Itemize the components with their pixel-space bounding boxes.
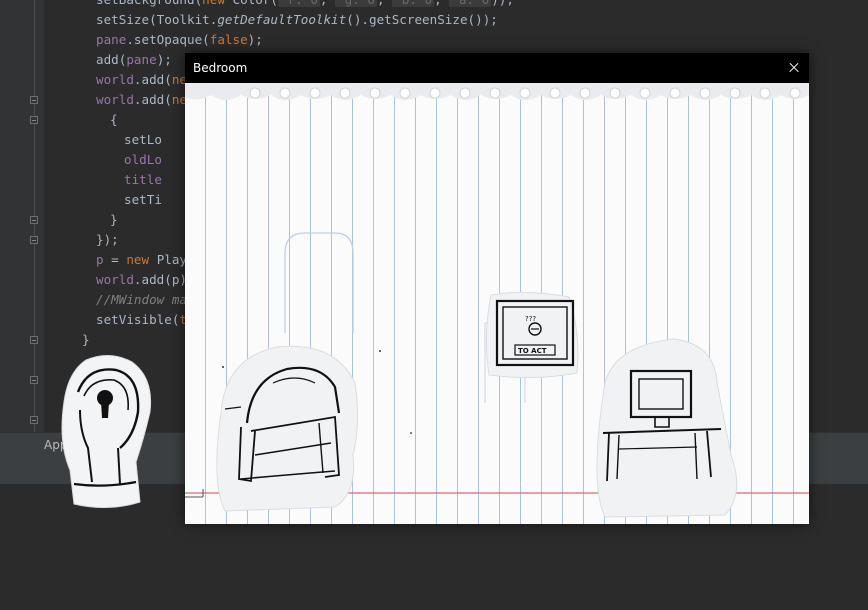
code-token: setLo [124, 132, 162, 147]
code-line: } [110, 210, 118, 230]
armchair-sprite [216, 345, 359, 512]
code-token: setTi [124, 192, 162, 207]
code-token: ().getScreenSize()); [346, 12, 498, 27]
fold-marker[interactable] [30, 116, 38, 124]
code-token: .add( [133, 72, 172, 87]
code-line: //MWindow mai [96, 290, 195, 310]
code-token: new [202, 0, 232, 7]
fold-marker[interactable] [30, 376, 38, 384]
code-token: b: 0 [392, 0, 435, 7]
window-titlebar[interactable]: Bedroom [185, 53, 809, 83]
code-token: add( [96, 52, 127, 67]
code-token: new [126, 252, 157, 267]
code-token: ); [156, 52, 172, 67]
code-line: world.add(new [96, 70, 195, 90]
tv-question-text: ??? [525, 315, 536, 323]
keyhole-sprite [61, 355, 152, 509]
fold-marker[interactable] [30, 336, 38, 344]
code-token: ); [247, 32, 263, 47]
code-token: setBackground( [96, 0, 202, 7]
code-line: } [82, 330, 90, 350]
code-token: getDefaultToolkit [217, 12, 347, 27]
window-title: Bedroom [193, 61, 248, 75]
code-token: .add( [133, 92, 172, 107]
code-token: , [377, 0, 392, 7]
code-token: .setOpaque( [126, 32, 210, 47]
code-line: setLo [124, 130, 162, 150]
code-token: p [96, 252, 104, 267]
code-line: pane.setOpaque(false); [96, 30, 263, 50]
fold-marker[interactable] [30, 236, 38, 244]
code-token: } [82, 332, 90, 347]
code-token: } [110, 212, 118, 227]
code-token: world [96, 92, 134, 107]
code-line: p = new Playe [96, 250, 195, 270]
code-token: g: 0 [335, 0, 378, 7]
bedroom-scene: ??? TO ACT [185, 83, 809, 518]
code-token: Color( [233, 0, 279, 7]
code-token: , [320, 0, 335, 7]
code-line: oldLo [124, 150, 162, 170]
code-token: world [96, 272, 134, 287]
tv-sprite: ??? TO ACT [485, 291, 579, 379]
code-token: false [209, 32, 248, 47]
code-line: world.add(p); [96, 270, 195, 290]
tv-label-text: TO ACT [518, 347, 547, 355]
code-line: { [110, 110, 118, 130]
fold-marker[interactable] [30, 416, 38, 424]
fold-marker[interactable] [30, 96, 38, 104]
code-token: title [124, 172, 162, 187]
close-icon[interactable] [779, 53, 809, 83]
code-token: }); [96, 232, 119, 247]
code-token: setVisible( [96, 312, 180, 327]
bedroom-canvas[interactable]: ??? TO ACT [185, 83, 809, 524]
code-token: , [434, 0, 449, 7]
code-line: setSize(Toolkit.getDefaultToolkit().getS… [96, 10, 498, 30]
code-line: title [124, 170, 162, 190]
code-token: world [96, 72, 134, 87]
code-token: a: 0 [449, 0, 492, 7]
code-line: setBackground(new Color( r: 0, g: 0, b: … [96, 0, 514, 10]
code-token: setSize(Toolkit. [96, 12, 218, 27]
code-line: add(pane); [96, 50, 172, 70]
code-token: //MWindow mai [96, 292, 195, 307]
code-token: )); [491, 0, 514, 7]
code-line: }); [96, 230, 119, 250]
code-token: { [110, 112, 118, 127]
code-token: pane [96, 32, 127, 47]
code-line: setTi [124, 190, 162, 210]
bedroom-window[interactable]: Bedroom ??? TO ACT [185, 53, 809, 524]
code-token: = [103, 252, 127, 267]
fold-marker[interactable] [30, 216, 38, 224]
code-token: r: 0 [278, 0, 320, 7]
code-token: pane [126, 52, 157, 67]
code-token: oldLo [124, 152, 162, 167]
code-line: setVisible(tr [96, 310, 195, 330]
desk-computer-sprite [596, 338, 738, 518]
code-line: world.add(new [96, 90, 195, 110]
